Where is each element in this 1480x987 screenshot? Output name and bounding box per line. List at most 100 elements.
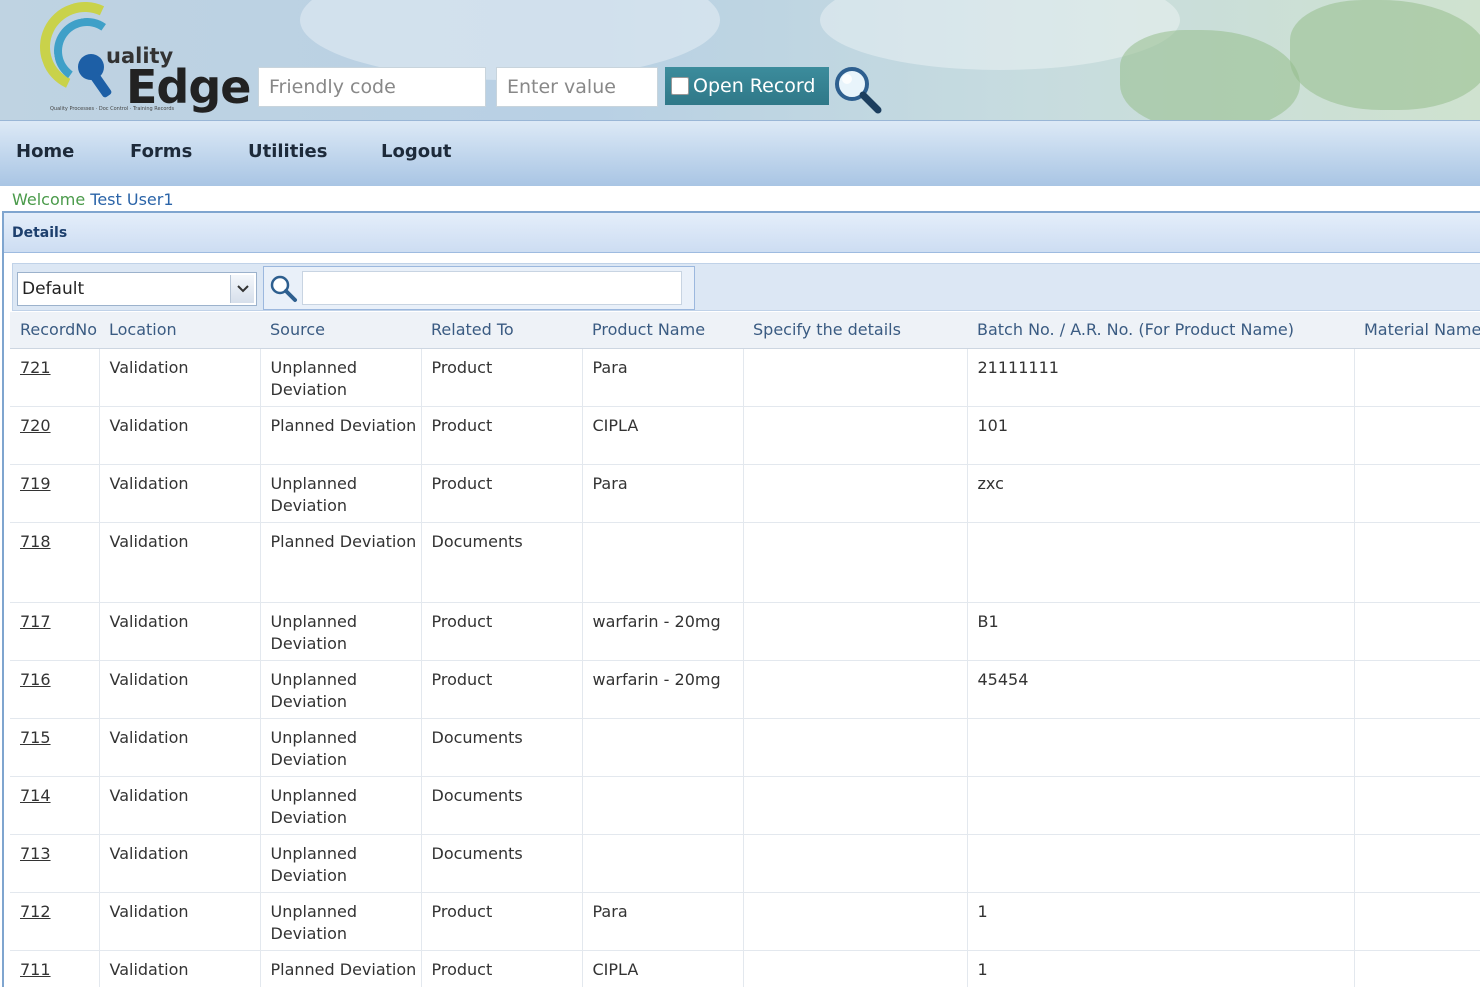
header-banner: uality Edge Quality Processes · Doc Cont… [0, 0, 1480, 120]
material-name-cell [1354, 348, 1480, 407]
source-cell: Planned Deviation [260, 522, 422, 603]
open-record-checkbox[interactable] [671, 77, 689, 95]
batch-no-cell [967, 522, 1355, 603]
batch-no-cell: 45454 [967, 660, 1355, 719]
view-select[interactable]: Default [17, 272, 257, 306]
record-no-link[interactable]: 715 [10, 718, 100, 777]
batch-no-cell: 101 [967, 406, 1355, 465]
details-cell [743, 348, 968, 407]
batch-no-cell [967, 718, 1355, 777]
app-logo[interactable]: uality Edge Quality Processes · Doc Cont… [27, 0, 251, 116]
col-header[interactable]: Location [99, 312, 260, 349]
location-cell: Validation [99, 834, 261, 893]
enter-value-input[interactable]: Enter value [496, 67, 658, 107]
col-header[interactable]: Related To [421, 312, 582, 349]
batch-no-cell: B1 [967, 602, 1355, 661]
location-cell: Validation [99, 950, 261, 987]
location-cell: Validation [99, 660, 261, 719]
product-name-cell: Para [582, 464, 744, 523]
main-nav: Home Forms Utilities Logout [0, 120, 1480, 186]
material-name-cell [1354, 522, 1480, 603]
location-cell: Validation [99, 776, 261, 835]
table-row[interactable]: 716 Validation Unplanned Deviation Product w… [10, 660, 1480, 719]
material-name-cell [1354, 776, 1480, 835]
table-row[interactable]: 717 Validation Unplanned Deviation Product w… [10, 602, 1480, 661]
table-row[interactable]: 711 Validation Planned Deviation Product CIP… [10, 950, 1480, 987]
batch-no-cell: 1 [967, 892, 1355, 951]
table-row[interactable]: 718 Validation Planned Deviation Documents [10, 522, 1480, 603]
grid-toolbar: Default [12, 263, 1480, 311]
table-header-row: RecordNo Location Source Related To Prod… [10, 312, 1480, 349]
banner-map-land [1120, 30, 1300, 120]
col-header[interactable]: Source [260, 312, 421, 349]
source-cell: Unplanned Deviation [260, 834, 422, 893]
table-row[interactable]: 721 Validation Unplanned Deviation Product P… [10, 348, 1480, 407]
banner-map-land [1290, 0, 1480, 110]
source-cell: Planned Deviation [260, 950, 422, 987]
location-cell: Validation [99, 406, 261, 465]
related-to-cell: Product [421, 892, 583, 951]
product-name-cell [582, 718, 744, 777]
record-no-link[interactable]: 716 [10, 660, 100, 719]
record-no-link[interactable]: 719 [10, 464, 100, 523]
open-record-button[interactable]: Open Record [665, 67, 829, 105]
related-to-cell: Product [421, 660, 583, 719]
welcome-user: Test User1 [90, 190, 174, 209]
nav-logout[interactable]: Logout [381, 141, 452, 162]
details-cell [743, 718, 968, 777]
details-cell [743, 776, 968, 835]
source-cell: Unplanned Deviation [260, 776, 422, 835]
nav-utilities[interactable]: Utilities [248, 141, 327, 162]
details-cell [743, 406, 968, 465]
col-header[interactable]: Material Name [1354, 312, 1480, 349]
table-row[interactable]: 720 Validation Planned Deviation Product CIP… [10, 406, 1480, 465]
location-cell: Validation [99, 522, 261, 603]
record-no-link[interactable]: 718 [10, 522, 100, 603]
source-cell: Unplanned Deviation [260, 892, 422, 951]
nav-forms[interactable]: Forms [130, 141, 192, 162]
record-no-link[interactable]: 717 [10, 602, 100, 661]
source-cell: Unplanned Deviation [260, 602, 422, 661]
material-name-cell [1354, 834, 1480, 893]
related-to-cell: Product [421, 464, 583, 523]
col-header[interactable]: Product Name [582, 312, 743, 349]
related-to-cell: Product [421, 602, 583, 661]
related-to-cell: Documents [421, 834, 583, 893]
details-cell [743, 892, 968, 951]
friendly-code-input[interactable]: Friendly code [258, 67, 486, 107]
chevron-down-icon[interactable] [230, 275, 254, 303]
table-row[interactable]: 712 Validation Unplanned Deviation Product P… [10, 892, 1480, 951]
col-header[interactable]: Specify the details [743, 312, 967, 349]
record-no-link[interactable]: 711 [10, 950, 100, 987]
material-name-cell [1354, 950, 1480, 987]
batch-no-cell: 21111111 [967, 348, 1355, 407]
record-no-link[interactable]: 713 [10, 834, 100, 893]
table-row[interactable]: 714 Validation Unplanned Deviation Document… [10, 776, 1480, 835]
details-cell [743, 602, 968, 661]
product-name-cell: CIPLA [582, 406, 744, 465]
col-header[interactable]: Batch No. / A.R. No. (For Product Name) [967, 312, 1354, 349]
table-row[interactable]: 713 Validation Unplanned Deviation Document… [10, 834, 1480, 893]
open-record-label: Open Record [693, 75, 816, 97]
col-header[interactable]: RecordNo [10, 312, 99, 349]
details-cell [743, 950, 968, 987]
record-no-link[interactable]: 714 [10, 776, 100, 835]
material-name-cell [1354, 718, 1480, 777]
grid-search-input[interactable] [302, 271, 682, 305]
product-name-cell: Para [582, 348, 744, 407]
location-cell: Validation [99, 348, 261, 407]
details-panel-header: Details [4, 213, 1480, 253]
table-row[interactable]: 715 Validation Unplanned Deviation Document… [10, 718, 1480, 777]
search-icon[interactable] [268, 273, 298, 303]
search-icon[interactable] [832, 64, 884, 114]
table-row[interactable]: 719 Validation Unplanned Deviation Product P… [10, 464, 1480, 523]
record-no-link[interactable]: 721 [10, 348, 100, 407]
related-to-cell: Product [421, 406, 583, 465]
batch-no-cell [967, 834, 1355, 893]
record-no-link[interactable]: 712 [10, 892, 100, 951]
batch-no-cell: 1 [967, 950, 1355, 987]
location-cell: Validation [99, 718, 261, 777]
record-no-link[interactable]: 720 [10, 406, 100, 465]
product-name-cell: Para [582, 892, 744, 951]
nav-home[interactable]: Home [16, 141, 74, 162]
